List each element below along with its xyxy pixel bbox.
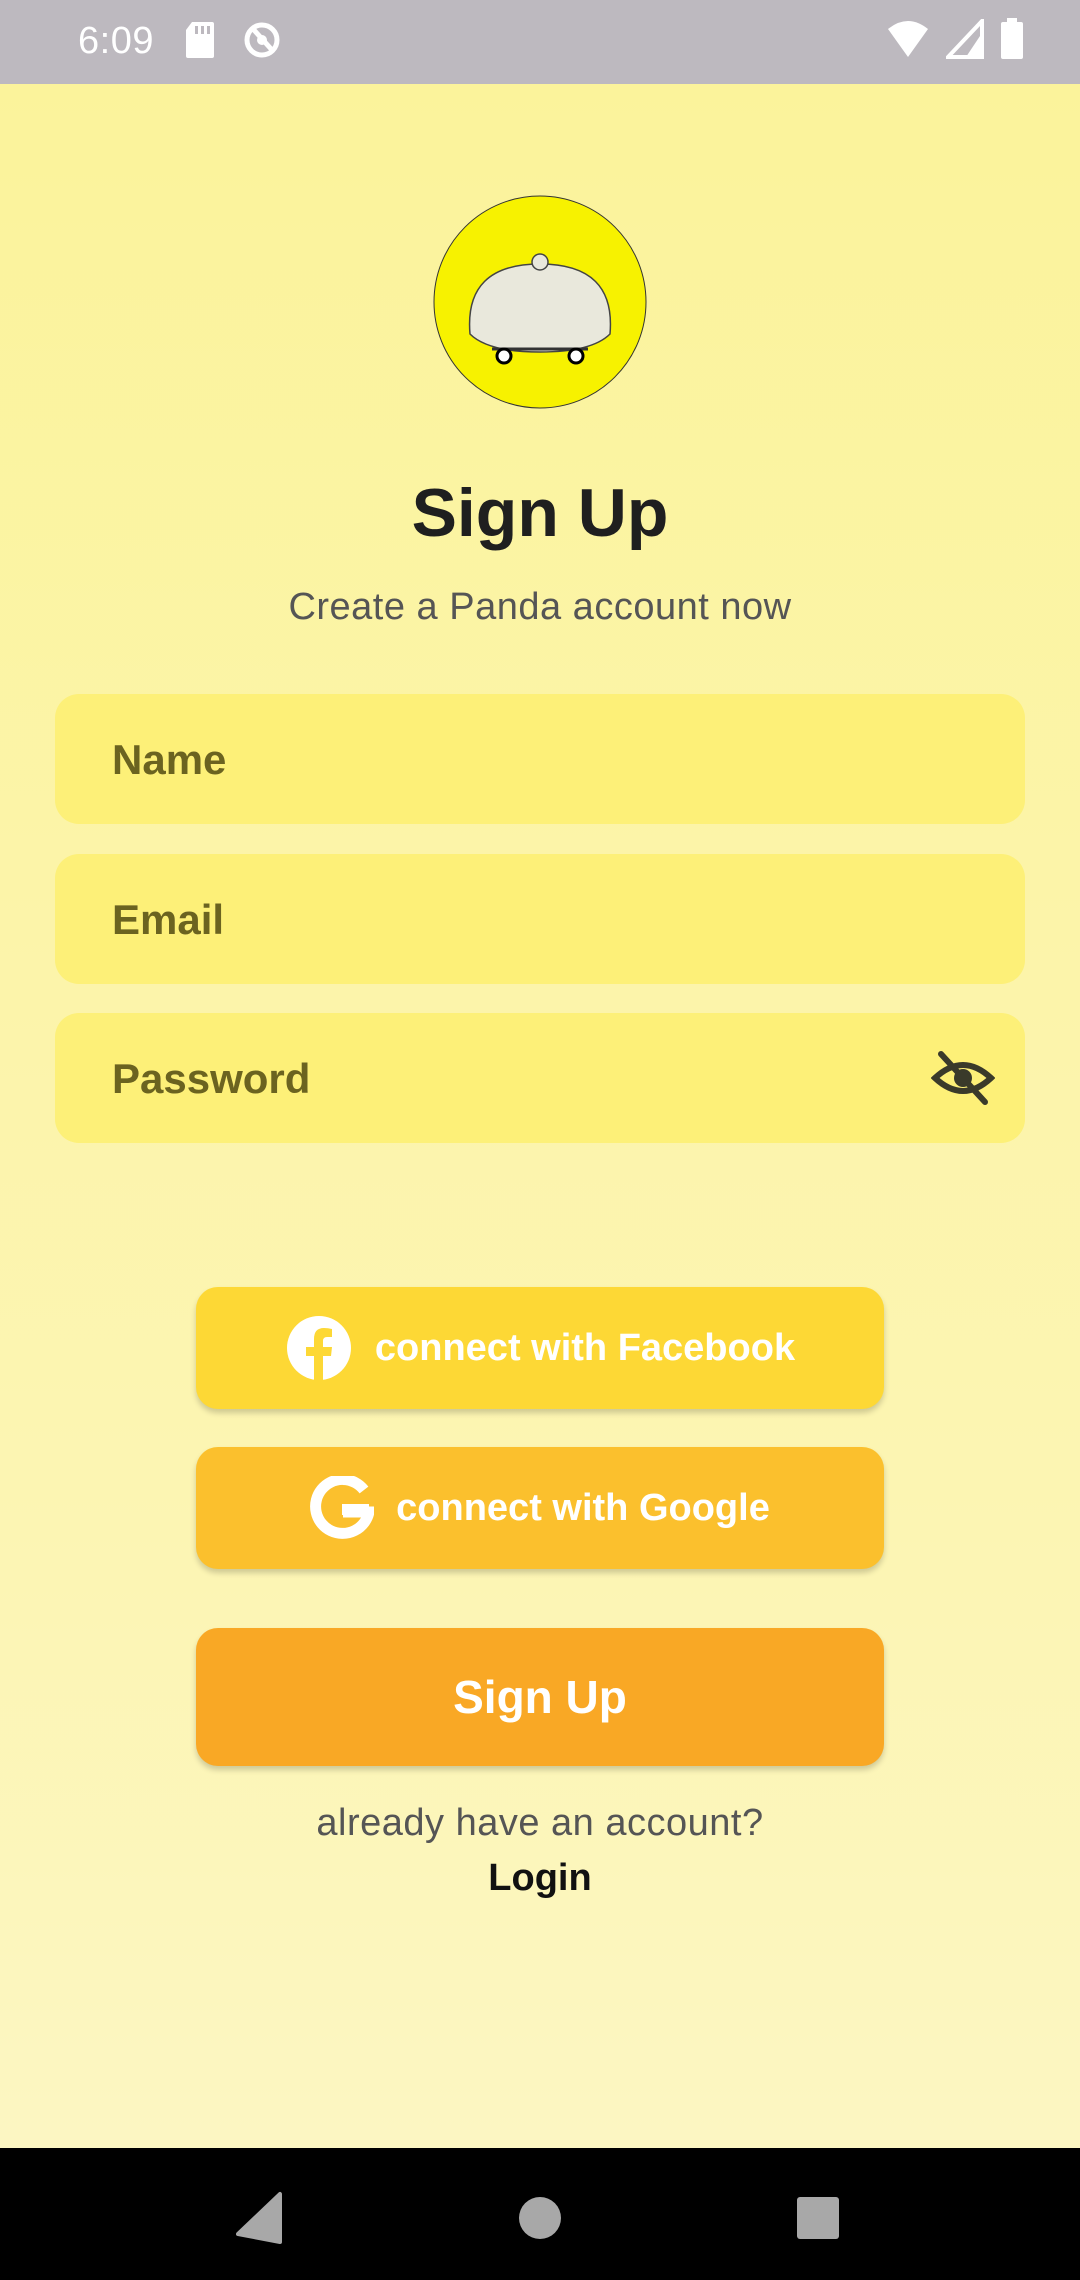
facebook-button-label: connect with Facebook (374, 1326, 796, 1369)
facebook-connect-button[interactable]: connect with Facebook (196, 1287, 884, 1409)
battery-icon (1001, 18, 1023, 59)
status-time: 6:09 (78, 20, 154, 62)
google-icon (310, 1476, 375, 1539)
page-subtitle: Create a Panda account now (288, 586, 792, 628)
sync-disabled-icon (244, 22, 280, 58)
facebook-icon (286, 1316, 351, 1380)
recents-icon[interactable] (788, 2188, 848, 2248)
visibility-off-icon[interactable] (931, 1048, 995, 1108)
cell-signal-icon (946, 19, 984, 59)
page-title: Sign Up (411, 475, 669, 551)
home-icon[interactable] (510, 2188, 570, 2248)
panda-logo (433, 195, 647, 409)
name-input[interactable] (110, 694, 914, 826)
google-connect-button[interactable]: connect with Google (196, 1447, 884, 1569)
google-button-label: connect with Google (396, 1486, 770, 1529)
status-bar: 6:09 (0, 0, 1080, 84)
email-field[interactable] (55, 854, 1025, 986)
navigation-bar (0, 2148, 1080, 2280)
sd-card-icon (186, 22, 214, 58)
password-input[interactable] (110, 1013, 914, 1145)
already-have-account-text: already have an account? (316, 1802, 764, 1844)
login-link[interactable]: Login (0, 1857, 1080, 1900)
password-field[interactable] (55, 1013, 1025, 1145)
name-field[interactable] (55, 694, 1025, 826)
wifi-icon (888, 21, 928, 57)
back-icon[interactable] (232, 2188, 292, 2248)
email-input[interactable] (110, 854, 914, 986)
signup-screen: Sign Up Create a Panda account now or si… (0, 84, 1080, 2148)
sign-up-button[interactable]: Sign Up (196, 1628, 884, 1766)
